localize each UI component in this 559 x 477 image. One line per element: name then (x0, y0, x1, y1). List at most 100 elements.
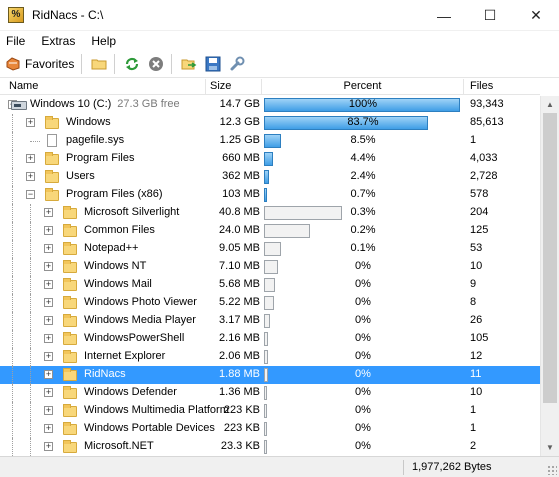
folder-icon (62, 367, 78, 383)
tree-row[interactable]: + Microsoft.NET 23.3 KB 0% 2 (0, 438, 540, 456)
tree-row[interactable]: + Windows Multimedia Platform 223 KB 0% 1 (0, 402, 540, 420)
expand-icon[interactable]: + (44, 442, 53, 451)
tree-row[interactable]: + Windows Photo Viewer 5.22 MB 0% 8 (0, 294, 540, 312)
tree-line (12, 114, 13, 132)
row-files: 10 (470, 260, 483, 272)
toolbar-separator (114, 54, 116, 74)
row-percent: 0% (262, 313, 464, 329)
tree-row[interactable]: + Windows Portable Devices 223 KB 0% 1 (0, 420, 540, 438)
expand-icon[interactable]: + (44, 424, 53, 433)
tree-row[interactable]: + Program Files 660 MB 4.4% 4,033 (0, 150, 540, 168)
folder-icon (44, 115, 60, 131)
row-percent: 4.4% (262, 151, 464, 167)
row-percent: 0% (262, 277, 464, 293)
row-size: 23.3 KB (220, 440, 260, 452)
expand-icon[interactable]: + (44, 334, 53, 343)
column-size-header[interactable]: Size (206, 79, 262, 95)
vertical-scrollbar[interactable]: ▲ ▼ (540, 96, 559, 456)
tree-row[interactable]: pagefile.sys 1.25 GB 8.5% 1 (0, 132, 540, 150)
tree-row[interactable]: + Windows Media Player 3.17 MB 0% 26 (0, 312, 540, 330)
expand-icon[interactable]: + (26, 172, 35, 181)
maximize-button[interactable]: ☐ (467, 0, 513, 31)
row-name: Windows 10 (C:) 27.3 GB free (30, 98, 180, 110)
expand-icon[interactable]: + (44, 226, 53, 235)
menu-file[interactable]: File (0, 34, 33, 48)
column-header: Name Size Percent Files (0, 79, 540, 95)
row-name: Windows Portable Devices (84, 422, 215, 434)
row-files: 10 (470, 386, 483, 398)
tree-row[interactable]: + Users 362 MB 2.4% 2,728 (0, 168, 540, 186)
tree-line (30, 420, 31, 438)
expand-icon[interactable]: + (44, 388, 53, 397)
tree-line (30, 141, 40, 142)
tree-row[interactable]: + Notepad++ 9.05 MB 0.1% 53 (0, 240, 540, 258)
tree-line (12, 366, 13, 384)
tree-row[interactable]: + WindowsPowerShell 2.16 MB 0% 105 (0, 330, 540, 348)
row-percent: 2.4% (262, 169, 464, 185)
expand-icon[interactable]: + (44, 280, 53, 289)
save-button[interactable] (202, 53, 224, 75)
tree-row[interactable]: + Windows Mail 5.68 MB 0% 9 (0, 276, 540, 294)
scroll-down-arrow-icon[interactable]: ▼ (541, 439, 559, 456)
refresh-button[interactable] (121, 53, 143, 75)
row-percent: 83.7% (262, 115, 464, 131)
menu-help[interactable]: Help (83, 34, 124, 48)
row-files: 26 (470, 314, 483, 326)
close-button[interactable]: ✕ (513, 0, 559, 31)
menu-extras[interactable]: Extras (33, 34, 83, 48)
column-percent-header[interactable]: Percent (262, 79, 464, 95)
tree-row[interactable]: + RidNacs 1.88 MB 0% 11 (0, 366, 540, 384)
tree-row[interactable]: + Windows Defender 1.36 MB 0% 10 (0, 384, 540, 402)
expand-icon[interactable]: + (44, 406, 53, 415)
expand-icon[interactable]: + (44, 262, 53, 271)
row-size: 660 MB (222, 152, 260, 164)
expand-icon[interactable]: + (44, 244, 53, 253)
expand-icon[interactable]: + (44, 316, 53, 325)
open-folder-button[interactable] (88, 53, 110, 75)
resize-grip-icon[interactable] (547, 465, 557, 475)
row-name: Windows (66, 116, 111, 128)
folder-icon (62, 331, 78, 347)
row-name-text: Windows NT (84, 260, 147, 272)
row-files: 578 (470, 188, 489, 200)
expand-icon[interactable]: + (44, 208, 53, 217)
tree-row[interactable]: + Windows NT 7.10 MB 0% 10 (0, 258, 540, 276)
tree-row[interactable]: − Program Files (x86) 103 MB 0.7% 578 (0, 186, 540, 204)
tree-row[interactable]: −Windows 10 (C:)27.3 GB free14.7 GB100%9… (0, 96, 540, 114)
expand-icon[interactable]: + (44, 352, 53, 361)
row-name-text: Windows Portable Devices (84, 422, 215, 434)
expand-icon[interactable]: + (26, 154, 35, 163)
settings-button[interactable] (226, 53, 248, 75)
export-button[interactable] (178, 53, 200, 75)
row-name-text: Windows Media Player (84, 314, 196, 326)
row-percent: 0% (262, 331, 464, 347)
row-name-text: Program Files (66, 152, 135, 164)
row-percent: 100% (262, 97, 464, 113)
row-name-text: Microsoft.NET (84, 440, 154, 452)
column-name-header[interactable]: Name (0, 79, 206, 95)
scrollbar-thumb[interactable] (543, 113, 557, 403)
collapse-icon[interactable]: − (26, 190, 35, 199)
percent-text: 0.3% (350, 206, 376, 218)
stop-button[interactable] (145, 53, 167, 75)
row-size: 24.0 MB (219, 224, 260, 236)
expand-icon[interactable]: + (44, 298, 53, 307)
row-size: 5.22 MB (219, 296, 260, 308)
tree-line (12, 204, 13, 222)
minimize-button[interactable]: — (421, 0, 467, 31)
row-name-text: Common Files (84, 224, 155, 236)
tree-row[interactable]: + Internet Explorer 2.06 MB 0% 12 (0, 348, 540, 366)
scroll-up-arrow-icon[interactable]: ▲ (541, 96, 559, 113)
save-icon (205, 56, 221, 72)
row-name-text: WindowsPowerShell (84, 332, 185, 344)
favorites-button[interactable]: Favorites (2, 53, 77, 75)
tree-line (30, 384, 31, 402)
tree-row[interactable]: + Common Files 24.0 MB 0.2% 125 (0, 222, 540, 240)
expand-icon[interactable]: + (44, 370, 53, 379)
tree-row[interactable]: + Windows 12.3 GB 83.7% 85,613 (0, 114, 540, 132)
drive-icon (11, 97, 27, 113)
tree-row[interactable]: + Microsoft Silverlight 40.8 MB 0.3% 204 (0, 204, 540, 222)
column-files-header[interactable]: Files (464, 79, 540, 95)
folder-icon (62, 403, 78, 419)
expand-icon[interactable]: + (26, 118, 35, 127)
